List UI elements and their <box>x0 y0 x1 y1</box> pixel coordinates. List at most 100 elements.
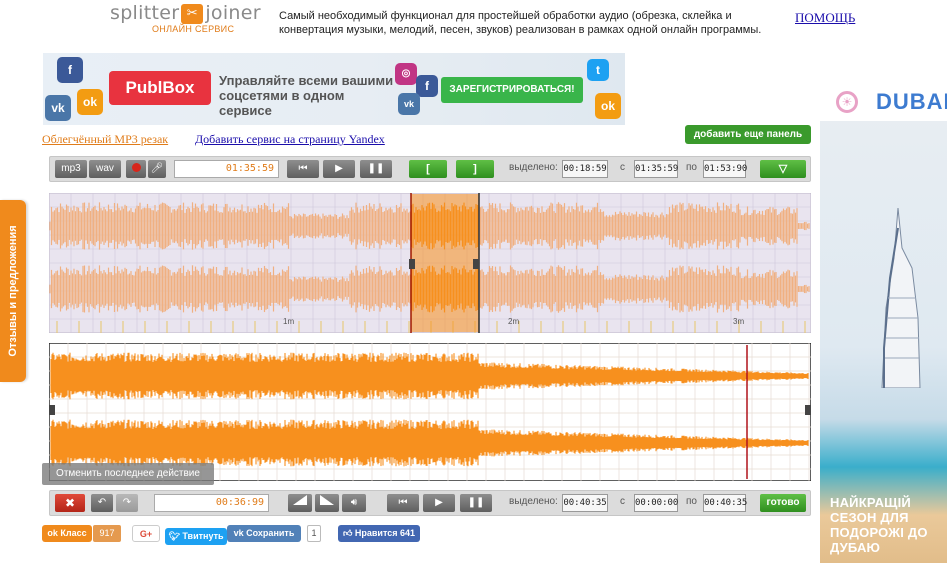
fade-out-icon <box>320 495 334 505</box>
start-drag-handle[interactable] <box>409 259 415 269</box>
set-start-marker-button[interactable]: [ <box>409 160 447 178</box>
tweet-label: Твитнуть <box>182 531 224 541</box>
bottom-start-input[interactable]: 00:00:00 <box>634 494 678 512</box>
instagram-icon: ◎ <box>395 63 417 85</box>
play-icon: ▶ <box>435 497 443 508</box>
burj-al-arab-image <box>881 208 921 388</box>
redo-button[interactable]: ↷ <box>116 494 138 512</box>
cursor-time-display: 00:36:99 <box>154 494 269 512</box>
selected-duration[interactable]: 00:18:59 <box>562 160 608 178</box>
done-button[interactable]: готово <box>760 494 806 512</box>
tick-label-3m: 3m <box>733 317 744 326</box>
bottom-selected-label: выделено: <box>509 496 558 507</box>
vk-save-button[interactable]: vk Сохранить <box>227 525 301 542</box>
ok-class-label: Класс <box>60 528 87 538</box>
facebook-like-button[interactable]: 👍︎ Нравится 641 <box>338 525 420 542</box>
wav-format-button[interactable]: wav <box>89 160 121 178</box>
skip-start-icon: ⏮ <box>298 163 308 174</box>
vk-icon: vk <box>45 95 71 121</box>
bottom-to-label: по <box>686 496 697 507</box>
bottom-toolbar: ✖ ↶ ↷ 00:36:99 🔊︎ ⏮ ▶ ❚❚ выделено: 00:40… <box>49 490 811 516</box>
gplus-button[interactable]: G+ <box>132 525 160 542</box>
volume-button[interactable]: 🔊︎ <box>342 494 366 512</box>
twitter-bird-icon: 🐦︎ <box>168 531 180 541</box>
play-icon: ▶ <box>335 163 343 174</box>
undo-button[interactable]: ↶ <box>91 494 113 512</box>
facebook-icon-2: f <box>416 75 438 97</box>
header-description: Самый необходимый функционал для простей… <box>279 10 762 36</box>
odnoklassniki-icon-2: ok <box>595 93 621 119</box>
add-yandex-link[interactable]: Добавить сервис на страницу Yandex <box>195 132 385 147</box>
fade-in-button[interactable] <box>288 494 312 512</box>
ok-icon: ok <box>47 528 58 538</box>
fade-out-button[interactable] <box>315 494 339 512</box>
logo-right-text: joiner <box>205 2 261 24</box>
bottom-selected-duration[interactable]: 00:40:35 <box>562 494 608 512</box>
banner-register-button[interactable]: ЗАРЕГИСТРИРОВАТЬСЯ! <box>441 77 583 103</box>
vk-logo-icon: vk <box>233 528 244 538</box>
tick-label-1m: 1m <box>283 317 294 326</box>
facebook-like-label: Нравится 641 <box>354 528 416 538</box>
bottom-from-label: с <box>620 496 625 507</box>
play-button[interactable]: ▶ <box>323 160 355 178</box>
odnoklassniki-icon: ok <box>77 89 103 115</box>
tweet-button[interactable]: 🐦︎ Твитнуть <box>165 528 227 545</box>
add-panel-button[interactable]: добавить еще панель <box>685 125 811 144</box>
banner-text: Управляйте всеми вашими соцсетями в одно… <box>219 73 394 118</box>
current-time-display: 01:35:59 <box>174 160 279 178</box>
volume-icon: 🔊︎ <box>350 497 358 508</box>
microphone-button[interactable]: 🎤︎ <box>148 160 166 178</box>
tick-label-2m: 2m <box>508 317 519 326</box>
feedback-tab[interactable]: Отзывы и предложения <box>0 200 26 382</box>
top-toolbar: mp3 wav 🎤︎ 01:35:59 ⏮ ▶ ❚❚ [ ] выделено:… <box>49 156 811 182</box>
end-drag-handle[interactable] <box>473 259 479 269</box>
vk-save-label: Сохранить <box>246 528 295 538</box>
logo[interactable]: splitter ✂ joiner <box>110 2 261 24</box>
facebook-icon: f <box>57 57 83 83</box>
selection-end-input[interactable]: 01:53:90 <box>703 160 747 178</box>
skip-start-icon: ⏮ <box>398 497 408 508</box>
vk-icon-2: vk <box>398 93 420 115</box>
ok-class-button[interactable]: ok Класс <box>42 525 92 542</box>
logo-left-text: splitter <box>110 2 180 24</box>
scissors-icon: ✂ <box>181 4 204 24</box>
side-banner-ad[interactable]: ☀ DUBAI НАЙКРАЩІЙ СЕЗОН ДЛЯ ПОДОРОЖІ ДО … <box>820 83 947 563</box>
ok-class-count: 917 <box>93 525 121 542</box>
record-button[interactable] <box>126 160 146 178</box>
bottom-skip-start-button[interactable]: ⏮ <box>387 494 419 512</box>
cut-icon: ✖ <box>64 496 76 510</box>
to-label: по <box>686 162 697 173</box>
bottom-pause-button[interactable]: ❚❚ <box>460 494 492 512</box>
selection-start-input[interactable]: 01:35:59 <box>634 160 678 178</box>
overview-waveform[interactable]: 1m 2m 3m <box>49 193 811 333</box>
bottom-end-input[interactable]: 00:40:35 <box>703 494 747 512</box>
record-icon <box>131 163 141 172</box>
right-scroll-handle[interactable] <box>805 405 811 415</box>
menu-dropdown-button[interactable]: ▽ <box>760 160 806 178</box>
twitter-icon: t <box>587 59 609 81</box>
skip-start-button[interactable]: ⏮ <box>287 160 319 178</box>
undo-tooltip: Отменить последнее действие <box>42 463 214 485</box>
banner-brand: PublBox <box>109 71 211 105</box>
microphone-icon: 🎤︎ <box>150 163 164 174</box>
pause-icon: ❚❚ <box>367 163 385 174</box>
delete-button[interactable]: ✖ <box>55 494 85 512</box>
side-ad-brand: DUBAI <box>876 89 947 114</box>
undo-icon: ↶ <box>97 497 107 508</box>
from-label: с <box>620 162 625 173</box>
redo-icon: ↷ <box>122 497 132 508</box>
feedback-tab-label: Отзывы и предложения <box>7 225 19 357</box>
vk-save-count: 1 <box>307 525 321 542</box>
help-link[interactable]: ПОМОЩЬ <box>795 10 855 26</box>
top-banner-ad[interactable]: f ok vk PublBox Управляйте всеми вашими … <box>43 53 625 125</box>
detail-waveform[interactable] <box>49 343 811 481</box>
pause-icon: ❚❚ <box>467 497 485 508</box>
mp3-cutter-link[interactable]: Облегчённый MP3 резак <box>42 132 168 147</box>
set-end-marker-button[interactable]: ] <box>456 160 494 178</box>
side-ad-header: ☀ DUBAI <box>820 83 947 121</box>
selected-label: выделено: <box>509 162 558 173</box>
mp3-format-button[interactable]: mp3 <box>55 160 87 178</box>
pause-button[interactable]: ❚❚ <box>360 160 392 178</box>
left-scroll-handle[interactable] <box>49 405 55 415</box>
bottom-play-button[interactable]: ▶ <box>423 494 455 512</box>
